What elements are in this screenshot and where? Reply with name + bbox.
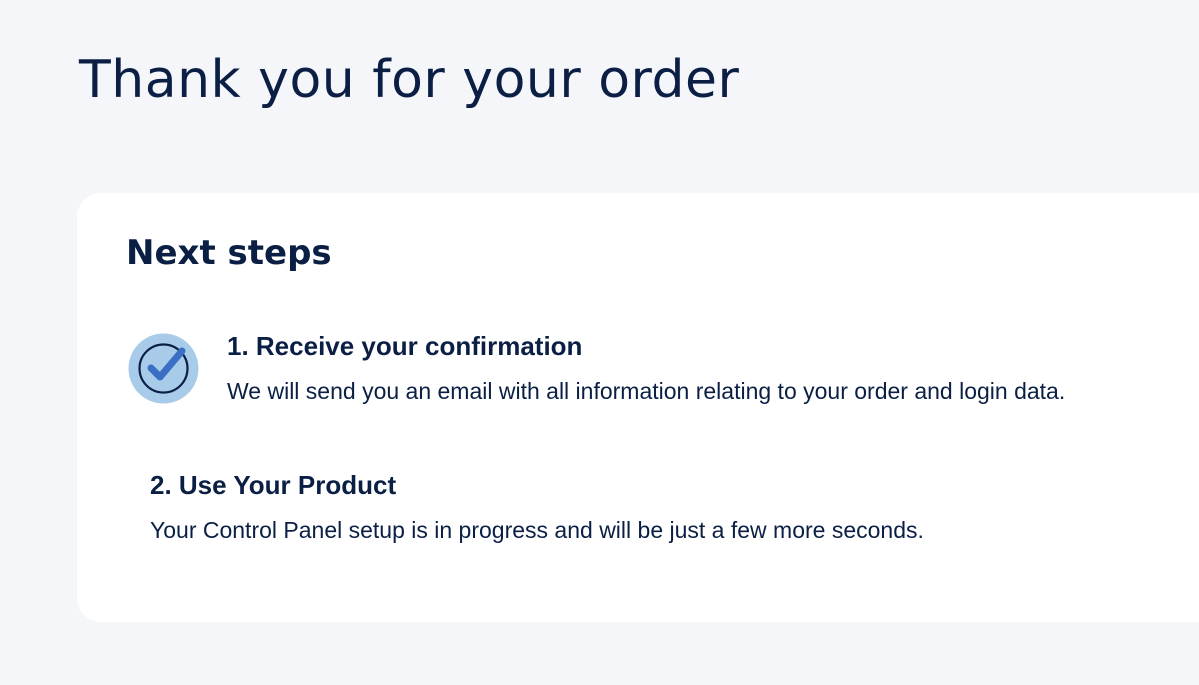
- check-circle-icon: [127, 332, 200, 405]
- step-2-description: Your Control Panel setup is in progress …: [150, 517, 924, 543]
- step-1-description: We will send you an email with all infor…: [227, 378, 1066, 404]
- page-title: Thank you for your order: [79, 50, 740, 110]
- step-2-title: 2. Use Your Product: [150, 470, 397, 500]
- next-steps-heading: Next steps: [126, 233, 332, 273]
- step-1-title: 1. Receive your confirmation: [227, 331, 583, 361]
- next-steps-card: Next steps 1. Receive your confirmation …: [77, 193, 1199, 622]
